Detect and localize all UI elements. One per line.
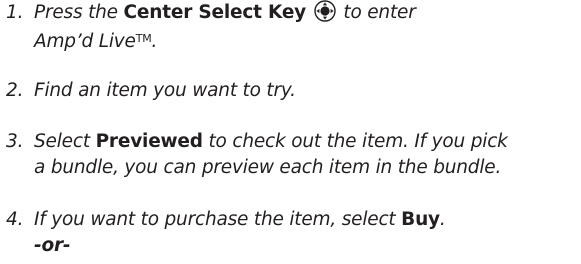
instruction-page: 1. Press the Center Select Key to enter … [0, 0, 581, 264]
step-text: If you want to purchase the item, select… [34, 207, 580, 259]
step-text: Find an item you want to try. [34, 80, 296, 101]
step-number: 3. [6, 131, 24, 152]
or-separator: -or- [34, 235, 71, 256]
step-text: Select Previewed to check out the item. … [34, 131, 508, 178]
trademark-symbol: TM [135, 32, 152, 45]
step-number: 2. [6, 80, 24, 101]
previewed-label: Previewed [95, 131, 203, 152]
step-text: Press the Center Select Key to enter Amp… [34, 0, 416, 52]
center-select-key-icon [314, 0, 336, 22]
step-number: 1. [6, 2, 24, 23]
buy-label: Buy [401, 209, 440, 230]
center-select-key-label: Center Select Key [123, 2, 307, 23]
step-number: 4. [6, 209, 24, 230]
